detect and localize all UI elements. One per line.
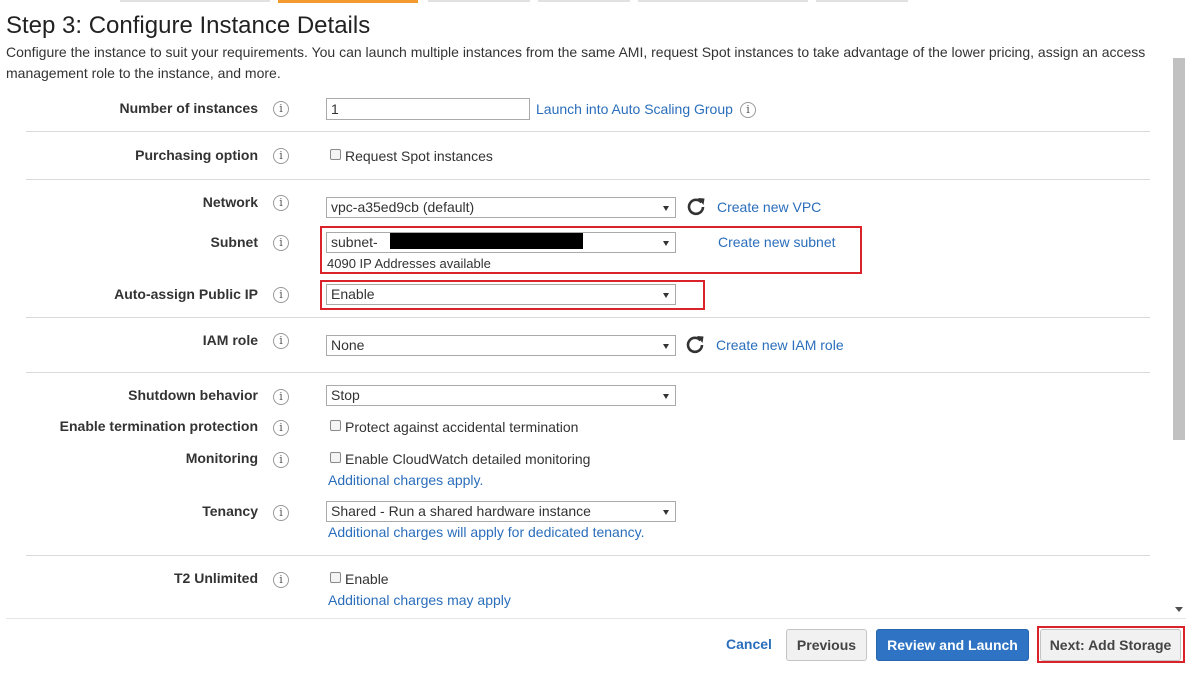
chevron-down-icon: [663, 344, 669, 349]
chevron-down-icon: [663, 510, 669, 515]
t2-unlimited-checkbox[interactable]: [330, 572, 341, 583]
info-icon[interactable]: i: [273, 505, 289, 521]
info-icon[interactable]: i: [273, 195, 289, 211]
wizard-tab-active[interactable]: [278, 0, 418, 3]
divider: [26, 317, 1150, 318]
instances-label: Number of instances: [119, 100, 258, 116]
previous-button[interactable]: Previous: [786, 629, 867, 661]
spot-checkbox-label: Request Spot instances: [345, 148, 493, 164]
chevron-down-icon: [663, 206, 669, 211]
monitoring-charges-link[interactable]: Additional charges apply.: [328, 472, 483, 488]
tenancy-select[interactable]: Shared - Run a shared hardware instance: [326, 501, 676, 522]
next-button-highlight: [1037, 626, 1185, 663]
divider: [26, 179, 1150, 180]
instances-input[interactable]: [326, 98, 530, 120]
tenancy-charges-link[interactable]: Additional charges will apply for dedica…: [328, 524, 644, 540]
scrollbar-thumb[interactable]: [1173, 58, 1185, 440]
wizard-tab[interactable]: [428, 0, 530, 2]
page-title: Step 3: Configure Instance Details: [6, 12, 371, 39]
review-and-launch-button[interactable]: Review and Launch: [876, 629, 1029, 661]
iam-select-value: None: [331, 337, 365, 353]
wizard-tab[interactable]: [120, 0, 270, 2]
chevron-down-icon: [663, 394, 669, 399]
monitoring-label: Monitoring: [185, 450, 258, 466]
network-label: Network: [202, 194, 258, 210]
info-icon[interactable]: i: [273, 148, 289, 164]
monitoring-checkbox-label: Enable CloudWatch detailed monitoring: [345, 451, 591, 467]
t2-unlimited-checkbox-label: Enable: [345, 571, 389, 587]
refresh-icon[interactable]: [684, 333, 706, 355]
shutdown-select[interactable]: Stop: [326, 385, 676, 406]
shutdown-label: Shutdown behavior: [128, 387, 258, 403]
t2-unlimited-label: T2 Unlimited: [173, 570, 258, 586]
wizard-tabs: [0, 0, 1197, 4]
wizard-tab[interactable]: [538, 0, 630, 2]
wizard-tab[interactable]: [638, 0, 808, 2]
subnet-label: Subnet: [210, 234, 258, 250]
page-description: Configure the instance to suit your requ…: [6, 44, 1146, 81]
network-select[interactable]: vpc-a35ed9cb (default): [326, 197, 676, 218]
scroll-down-arrow-icon[interactable]: [1175, 607, 1183, 612]
info-icon[interactable]: i: [273, 235, 289, 251]
info-icon[interactable]: i: [273, 333, 289, 349]
footer-divider: [6, 618, 1186, 619]
termination-checkbox-label: Protect against accidental termination: [345, 419, 579, 435]
cancel-button[interactable]: Cancel: [720, 629, 778, 661]
public-ip-highlight: [320, 280, 705, 310]
info-icon[interactable]: i: [273, 101, 289, 117]
termination-label: Enable termination protection: [59, 418, 258, 434]
divider: [26, 131, 1150, 132]
info-icon[interactable]: i: [273, 420, 289, 436]
create-iam-role-link[interactable]: Create new IAM role: [716, 337, 844, 353]
network-select-value: vpc-a35ed9cb (default): [331, 199, 475, 215]
create-vpc-link[interactable]: Create new VPC: [717, 199, 821, 215]
info-icon[interactable]: i: [273, 389, 289, 405]
auto-scaling-link[interactable]: Launch into Auto Scaling Group: [536, 101, 733, 117]
info-icon[interactable]: i: [740, 102, 756, 118]
spot-checkbox[interactable]: [330, 149, 341, 160]
public-ip-label: Auto-assign Public IP: [114, 286, 258, 302]
refresh-icon[interactable]: [685, 195, 707, 217]
tenancy-label: Tenancy: [202, 503, 258, 519]
info-icon[interactable]: i: [273, 287, 289, 303]
shutdown-select-value: Stop: [331, 387, 360, 403]
divider: [26, 555, 1150, 556]
info-icon[interactable]: i: [273, 452, 289, 468]
iam-label: IAM role: [202, 332, 258, 348]
wizard-tab[interactable]: [816, 0, 908, 2]
subnet-highlight: [320, 226, 862, 274]
info-icon[interactable]: i: [273, 572, 289, 588]
termination-checkbox[interactable]: [330, 420, 341, 431]
vertical-scrollbar[interactable]: [1172, 56, 1186, 616]
tenancy-select-value: Shared - Run a shared hardware instance: [331, 503, 591, 519]
purchasing-label: Purchasing option: [135, 147, 258, 163]
monitoring-checkbox[interactable]: [330, 452, 341, 463]
t2-charges-link[interactable]: Additional charges may apply: [328, 592, 511, 608]
divider: [26, 372, 1150, 373]
iam-select[interactable]: None: [326, 335, 676, 356]
